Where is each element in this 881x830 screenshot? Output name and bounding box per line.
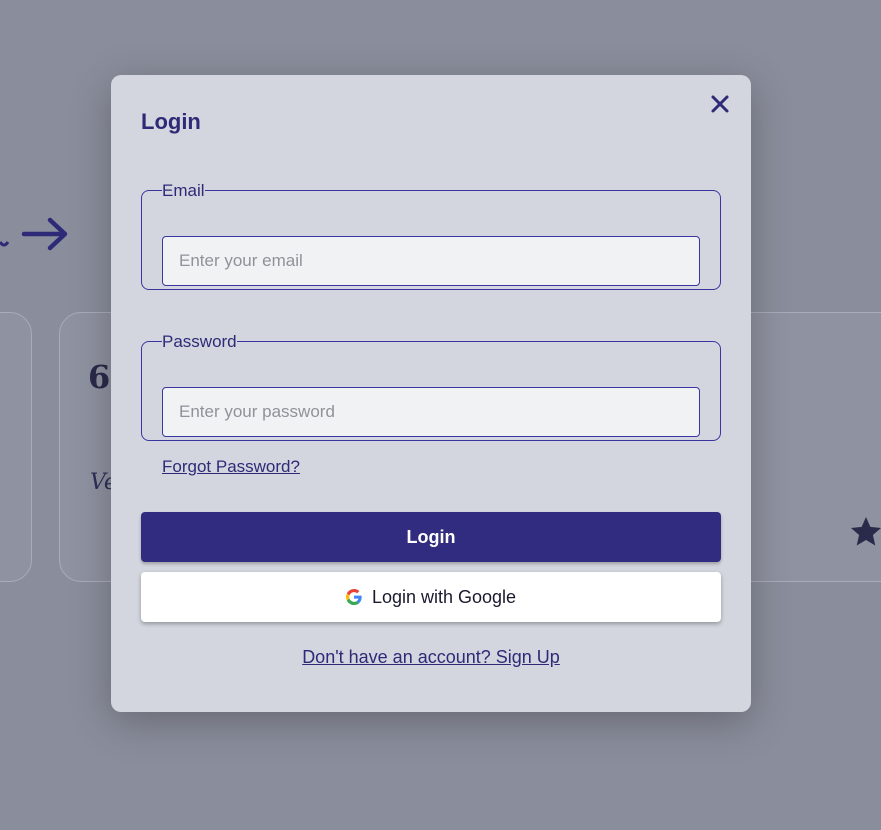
google-login-button[interactable]: Login with Google	[141, 572, 721, 622]
password-fieldset: Password	[141, 333, 721, 441]
google-button-label: Login with Google	[371, 586, 517, 607]
email-fieldset: Email	[141, 182, 721, 290]
quote-icon: 6	[88, 358, 111, 396]
close-button[interactable]	[708, 92, 732, 116]
login-modal: Login Email Password Forgot Password? Lo…	[111, 75, 751, 712]
star-icon	[851, 517, 881, 546]
close-icon	[711, 95, 729, 113]
email-field[interactable]	[162, 236, 700, 286]
modal-title: Login	[141, 109, 201, 134]
login-button[interactable]: Login	[141, 512, 721, 562]
background-card	[0, 312, 32, 582]
arrow-right-icon	[0, 217, 68, 251]
google-g-icon	[345, 589, 362, 605]
password-field[interactable]	[162, 387, 700, 437]
signup-link[interactable]: Don't have an account? Sign Up	[111, 647, 751, 668]
password-label: Password	[162, 332, 237, 351]
email-label: Email	[162, 181, 205, 200]
forgot-password-link[interactable]: Forgot Password?	[162, 457, 300, 477]
